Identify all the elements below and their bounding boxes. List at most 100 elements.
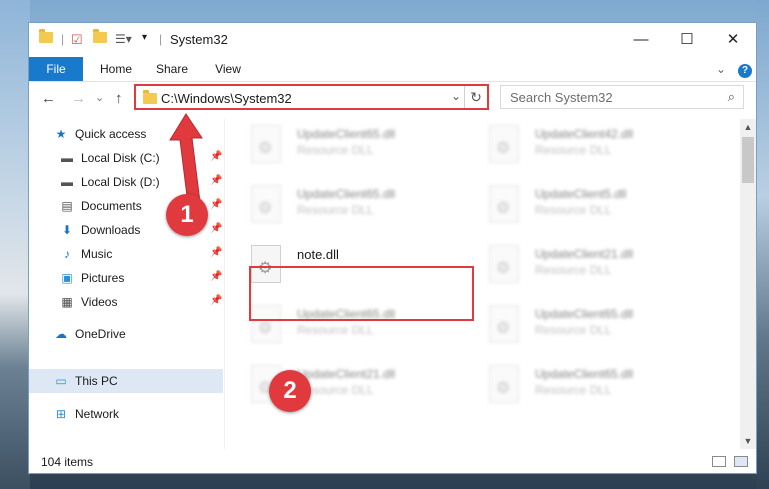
- sidebar-item-label: Music: [81, 247, 113, 261]
- star-icon: ★: [55, 127, 67, 141]
- file-name: UpdateClient65.dll: [297, 187, 396, 201]
- expand-ribbon-icon[interactable]: ⌄: [713, 57, 729, 81]
- tab-file[interactable]: File: [29, 57, 83, 81]
- sidebar-item-pictures[interactable]: ▣ Pictures: [59, 267, 124, 289]
- file-type: Resource DLL: [535, 143, 612, 157]
- music-icon: ♪: [64, 247, 70, 261]
- sidebar-item-label: Videos: [81, 295, 118, 309]
- dll-file-icon: [251, 185, 281, 223]
- file-item[interactable]: UpdateClient65.dll Resource DLL: [463, 359, 693, 415]
- sidebar-item-label: Local Disk (D:): [81, 175, 160, 189]
- file-type: Resource DLL: [297, 203, 374, 217]
- sidebar-item-quick-access[interactable]: ★ Quick access: [53, 123, 147, 145]
- file-type: Resource DLL: [535, 203, 612, 217]
- sidebar-item-label: Documents: [81, 199, 142, 213]
- drive-icon: ▬: [61, 151, 73, 165]
- videos-icon: ▦: [61, 295, 73, 309]
- properties-icon[interactable]: ☑: [71, 32, 83, 48]
- dll-file-icon: [489, 125, 519, 163]
- step-2-badge: 2: [269, 370, 311, 412]
- network-icon: ⊞: [55, 407, 67, 421]
- sidebar-item-this-pc[interactable]: ▭ This PC: [53, 370, 118, 392]
- window-folder-icon: [39, 29, 53, 43]
- scroll-thumb[interactable]: [742, 137, 754, 183]
- file-name: note.dll: [297, 247, 339, 262]
- vertical-scrollbar[interactable]: ▲ ▼: [740, 119, 756, 449]
- file-name: UpdateClient65.dll: [297, 127, 396, 141]
- scroll-down-icon[interactable]: ▼: [740, 433, 756, 449]
- status-bar: 104 items: [29, 451, 756, 473]
- customize-toolbar-icon[interactable]: ☰▾: [115, 32, 132, 46]
- file-type: Resource DLL: [535, 263, 612, 277]
- sidebar-item-label: Downloads: [81, 223, 141, 237]
- file-name: UpdateClient65.dll: [535, 307, 634, 321]
- ribbon: File Home Share View ⌄ ?: [29, 57, 756, 82]
- file-type: Resource DLL: [297, 143, 374, 157]
- note-dll-highlight-box: [249, 266, 474, 321]
- file-type: Resource DLL: [535, 323, 612, 337]
- drive-icon: ▬: [61, 175, 73, 189]
- search-input[interactable]: Search System32: [510, 90, 613, 105]
- step-arrows: [169, 113, 203, 221]
- file-item[interactable]: UpdateClient65.dll Resource DLL: [225, 179, 455, 235]
- file-item[interactable]: UpdateClient21.dll Resource DLL: [225, 359, 455, 415]
- file-name: UpdateClient5.dll: [535, 187, 627, 201]
- sidebar-item-local-disk-d[interactable]: ▬ Local Disk (D:): [59, 171, 160, 193]
- sidebar-item-label: Network: [75, 407, 120, 421]
- sidebar-item-downloads[interactable]: ⬇ Downloads: [59, 219, 140, 241]
- file-item[interactable]: UpdateClient42.dll Resource DLL: [463, 119, 693, 175]
- refresh-button[interactable]: ↻: [464, 86, 487, 108]
- large-icons-view-icon[interactable]: [734, 456, 748, 467]
- qa-dropdown-icon[interactable]: ▾: [142, 32, 147, 43]
- navigation-bar: ← → ⌄ ↑ C:\Windows\System32 ⌄ ↻ Search S…: [29, 81, 756, 117]
- file-type: Resource DLL: [535, 383, 612, 397]
- recent-locations-button[interactable]: ⌄: [95, 91, 104, 104]
- pc-icon: ▭: [55, 374, 67, 388]
- file-item[interactable]: UpdateClient65.dll Resource DLL: [463, 299, 693, 355]
- sidebar-item-label: Pictures: [81, 271, 125, 285]
- up-button[interactable]: ↑: [115, 90, 123, 107]
- file-name: UpdateClient21.dll: [297, 367, 396, 381]
- sidebar-item-label: OneDrive: [75, 327, 126, 341]
- explorer-window: | ☑ ☰▾ ▾ | System32 — ☐ ✕ File Home Shar…: [28, 22, 757, 474]
- dll-file-icon: [251, 125, 281, 163]
- sidebar-item-local-disk-c[interactable]: ▬ Local Disk (C:): [59, 147, 160, 169]
- window-title: System32: [170, 32, 228, 47]
- step-1-badge: 1: [166, 194, 208, 236]
- tab-share[interactable]: Share: [147, 57, 197, 81]
- search-box[interactable]: Search System32 ⌕: [500, 85, 744, 109]
- help-button[interactable]: ?: [737, 57, 753, 81]
- sidebar-item-documents[interactable]: ▤ Documents: [59, 195, 142, 217]
- dll-file-icon: [489, 245, 519, 283]
- sidebar-item-network[interactable]: ⊞ Network: [53, 403, 119, 425]
- details-view-icon[interactable]: [712, 456, 726, 467]
- file-name: UpdateClient65.dll: [535, 367, 634, 381]
- scroll-up-icon[interactable]: ▲: [740, 119, 756, 135]
- maximize-button[interactable]: ☐: [664, 23, 710, 57]
- item-count: 104 items: [41, 455, 94, 469]
- new-folder-icon[interactable]: [93, 29, 107, 43]
- sidebar-item-onedrive[interactable]: ☁ OneDrive: [53, 323, 126, 345]
- tab-home[interactable]: Home: [91, 57, 141, 81]
- file-item[interactable]: UpdateClient65.dll Resource DLL: [225, 119, 455, 175]
- documents-icon: ▤: [61, 199, 73, 213]
- file-item[interactable]: UpdateClient21.dll Resource DLL: [463, 239, 693, 295]
- address-dropdown-icon[interactable]: ⌄: [451, 89, 461, 103]
- sidebar-item-label: This PC: [75, 374, 118, 388]
- close-button[interactable]: ✕: [710, 23, 756, 57]
- desktop-background-left: [0, 0, 30, 489]
- forward-button[interactable]: →: [71, 90, 86, 107]
- downloads-icon: ⬇: [61, 223, 73, 237]
- desktop-background-right: [757, 0, 769, 489]
- dll-file-icon: [489, 185, 519, 223]
- sidebar-item-label: Local Disk (C:): [81, 151, 160, 165]
- back-button[interactable]: ←: [41, 90, 56, 107]
- sidebar-item-videos[interactable]: ▦ Videos: [59, 291, 117, 313]
- sidebar-item-music[interactable]: ♪ Music: [59, 243, 112, 265]
- file-item[interactable]: UpdateClient5.dll Resource DLL: [463, 179, 693, 235]
- tab-view[interactable]: View: [203, 57, 253, 81]
- help-icon: ?: [738, 64, 752, 78]
- minimize-button[interactable]: —: [618, 23, 664, 57]
- file-name: UpdateClient42.dll: [535, 127, 634, 141]
- file-name: UpdateClient21.dll: [535, 247, 634, 261]
